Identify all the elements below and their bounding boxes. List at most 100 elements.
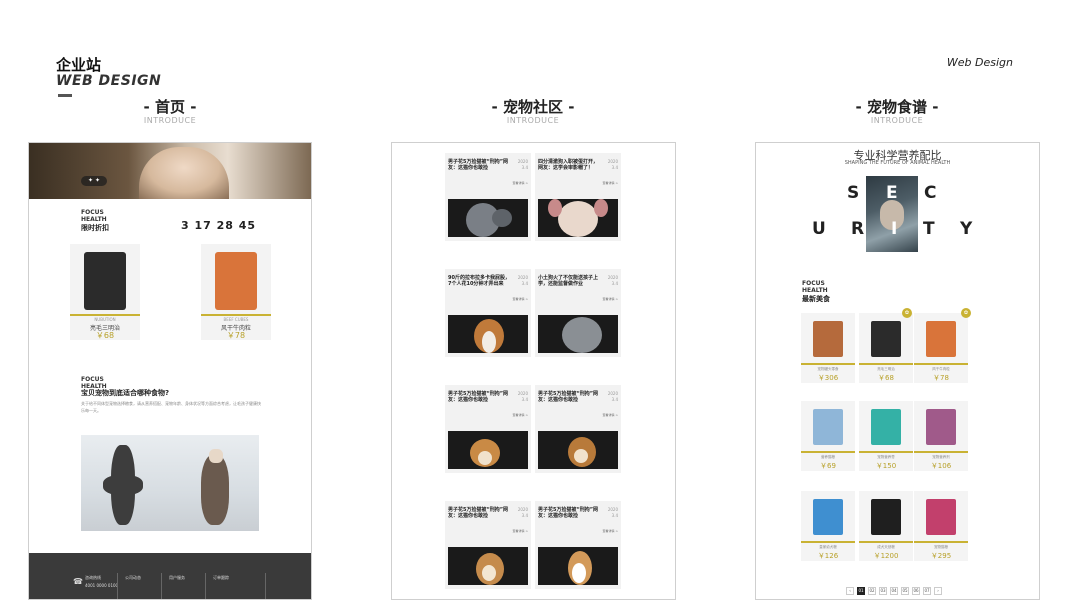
read-more-link[interactable]: 查看详情 > (513, 297, 528, 301)
post-date: 2020 3.4 (607, 275, 618, 286)
recipes-page-preview: 专业科学营养配比 SHAPING THE FUTURE OF ANIMAL HE… (755, 142, 1040, 600)
food-item-card[interactable]: 成犬天然粮 ￥1200 (859, 491, 913, 561)
letter-c: C (924, 183, 937, 203)
food-item-name: 风干牛肉粒 (932, 367, 950, 371)
flash-sale-label: 限时折扣 (81, 224, 109, 232)
food-item-name: 成犬天然粮 (877, 545, 895, 549)
community-post-card[interactable]: 男子花5万捡猫被“刑拘”网友：这猫你也敢捡 2020 3.4 查看详情 > (445, 501, 531, 589)
food-item-card[interactable]: 宠物营养剂 ￥106 (914, 401, 968, 471)
page-button[interactable]: 03 (879, 587, 887, 595)
product-card[interactable]: NUBUTION 亮毛三明治 ￥68 (70, 244, 140, 340)
food-item-card[interactable]: 皇家幼犬粮 ￥126 (801, 491, 855, 561)
read-more-link[interactable]: 查看详情 > (603, 413, 618, 417)
food-item-image (926, 499, 956, 535)
product-image (84, 252, 126, 310)
hero-photo (139, 147, 229, 199)
food-item-price: ￥78 (933, 374, 949, 382)
footer-link[interactable]: 公司动态 (125, 575, 141, 581)
post-date: 2020 3.4 (517, 159, 528, 170)
post-title[interactable]: 四分清澈狗入职被蛋打开，网友：这学会审影帽了！ (538, 159, 602, 171)
food-item-image (926, 409, 956, 445)
hero-banner: ✦ ✦ (29, 143, 311, 199)
paw-icon[interactable]: ✦ ✦ (81, 176, 107, 186)
post-title[interactable]: 男子花5万捡猫被“刑拘”网友：这猫你也敢捡 (448, 159, 512, 171)
focus-label: FOCUS HEALTH (81, 209, 107, 223)
page-button[interactable]: 06 (912, 587, 920, 595)
food-item-price: ￥69 (820, 462, 836, 470)
community-post-card[interactable]: 男子花5万捡猫被“刑拘”网友：这猫你也敢捡 2020 3.4 查看详情 > (535, 501, 621, 589)
tagline: Web Design (946, 56, 1013, 69)
food-item-price: ￥1200 (873, 552, 899, 560)
community-post-card[interactable]: 男子花5万捡猫被“刑拘”网友：这猫你也敢捡 2020 3.4 查看详情 > (445, 385, 531, 473)
post-date: 2020 3.4 (517, 391, 528, 402)
post-image (448, 547, 528, 585)
food-item-image (813, 499, 843, 535)
community-post-card[interactable]: 男子花5万捡猫被“刑拘”网友：这猫你也敢捡 2020 3.4 查看详情 > (535, 385, 621, 473)
food-item-card[interactable]: 宠物罐头零食 ￥306 (801, 313, 855, 383)
letter-e: E (886, 183, 898, 203)
post-date: 2020 3.4 (517, 275, 528, 286)
food-item-card[interactable]: 宠物猫粮 ￥295 (914, 491, 968, 561)
food-item-card[interactable]: 宠物营养膏 ￥150 (859, 401, 913, 471)
section-sub-recipes: INTRODUCE (870, 116, 924, 125)
post-image (538, 315, 618, 353)
post-title[interactable]: 男子花5万捡猫被“刑拘”网友：这猫你也敢捡 (448, 391, 512, 403)
product-card[interactable]: BEEF CUBES 风干牛肉粒 ￥78 (201, 244, 271, 340)
post-date: 2020 3.4 (607, 507, 618, 518)
post-title[interactable]: 男子花5万捡猫被“刑拘”网友：这猫你也敢捡 (538, 391, 602, 403)
read-more-link[interactable]: 查看详情 > (513, 529, 528, 533)
food-item-image (813, 409, 843, 445)
post-image (448, 199, 528, 237)
product-price: ￥78 (226, 331, 246, 340)
food-item-price: ￥295 (930, 552, 952, 560)
post-title[interactable]: 男子花5万捡猫被“刑拘”网友：这猫你也敢捡 (538, 507, 602, 519)
read-more-link[interactable]: 查看详情 > (603, 297, 618, 301)
read-more-link[interactable]: 查看详情 > (603, 181, 618, 185)
post-image (538, 431, 618, 469)
footer-link[interactable]: 用户服务 (169, 575, 185, 581)
letter-s: S (847, 183, 860, 203)
food-item-name: 宠物猫粮 (934, 545, 948, 549)
recipes-focus-label: FOCUS HEALTH (802, 280, 828, 294)
countdown-timer: 3 17 28 45 (181, 219, 257, 232)
food-item-image (926, 321, 956, 357)
food-item-card[interactable]: 营养猫粮 ￥69 (801, 401, 855, 471)
food-item-name: 宠物罐头零食 (817, 367, 839, 371)
page-button[interactable]: 05 (901, 587, 909, 595)
food-item-image (813, 321, 843, 357)
product-price: ￥68 (95, 331, 115, 340)
prev-page-button[interactable]: ‹ (846, 587, 854, 595)
food-item-name: 皇家幼犬粮 (819, 545, 837, 549)
community-post-card[interactable]: 90斤的拉布拉多卡我屁股，7个人花10分钟才弄出来 2020 3.4 查看详情 > (445, 269, 531, 357)
article-title[interactable]: 宝贝宠物到底适合哪种食物? (81, 388, 169, 398)
site-footer: ☎ 咨询热线 4001 0000 0100 公司动态 用户服务 订单跟踪 (29, 553, 311, 599)
read-more-link[interactable]: 查看详情 > (603, 529, 618, 533)
food-item-price: ￥68 (878, 374, 894, 382)
footer-link[interactable]: 订单跟踪 (213, 575, 229, 581)
post-title[interactable]: 小土狗火了不仅能送孩子上学，还能监督做作业 (538, 275, 602, 287)
food-item-image (871, 409, 901, 445)
post-title[interactable]: 男子花5万捡猫被“刑拘”网友：这猫你也敢捡 (448, 507, 512, 519)
food-item-name: 营养猫粮 (821, 455, 835, 459)
community-post-card[interactable]: 小土狗火了不仅能送孩子上学，还能监督做作业 2020 3.4 查看详情 > (535, 269, 621, 357)
post-image (538, 199, 618, 237)
read-more-link[interactable]: 查看详情 > (513, 181, 528, 185)
latest-food-label: 最新美食 (802, 295, 830, 303)
product-image (215, 252, 257, 310)
page-button[interactable]: 02 (868, 587, 876, 595)
food-item-card[interactable]: 亮毛三明治 ￥68 (859, 313, 913, 383)
community-post-card[interactable]: 四分清澈狗入职被蛋打开，网友：这学会审影帽了！ 2020 3.4 查看详情 > (535, 153, 621, 241)
post-title[interactable]: 90斤的拉布拉多卡我屁股，7个人花10分钟才弄出来 (448, 275, 512, 287)
section-sub-community: INTRODUCE (506, 116, 560, 125)
food-item-price: ￥126 (817, 552, 839, 560)
page-button[interactable]: 04 (890, 587, 898, 595)
page-button[interactable]: 07 (923, 587, 931, 595)
food-item-card[interactable]: 风干牛肉粒 ￥78 (914, 313, 968, 383)
page-button[interactable]: 01 (857, 587, 865, 595)
community-post-card[interactable]: 男子花5万捡猫被“刑拘”网友：这猫你也敢捡 2020 3.4 查看详情 > (445, 153, 531, 241)
read-more-link[interactable]: 查看详情 > (513, 413, 528, 417)
brand-title: 企业站 (56, 56, 102, 74)
letter-i: I (891, 219, 898, 239)
next-page-button[interactable]: › (934, 587, 942, 595)
article-body: 关于给不同体型宠物选择粮食，请从营养搭配、宠物年龄、身体状况等方面综合考虑，让毛… (81, 401, 261, 413)
